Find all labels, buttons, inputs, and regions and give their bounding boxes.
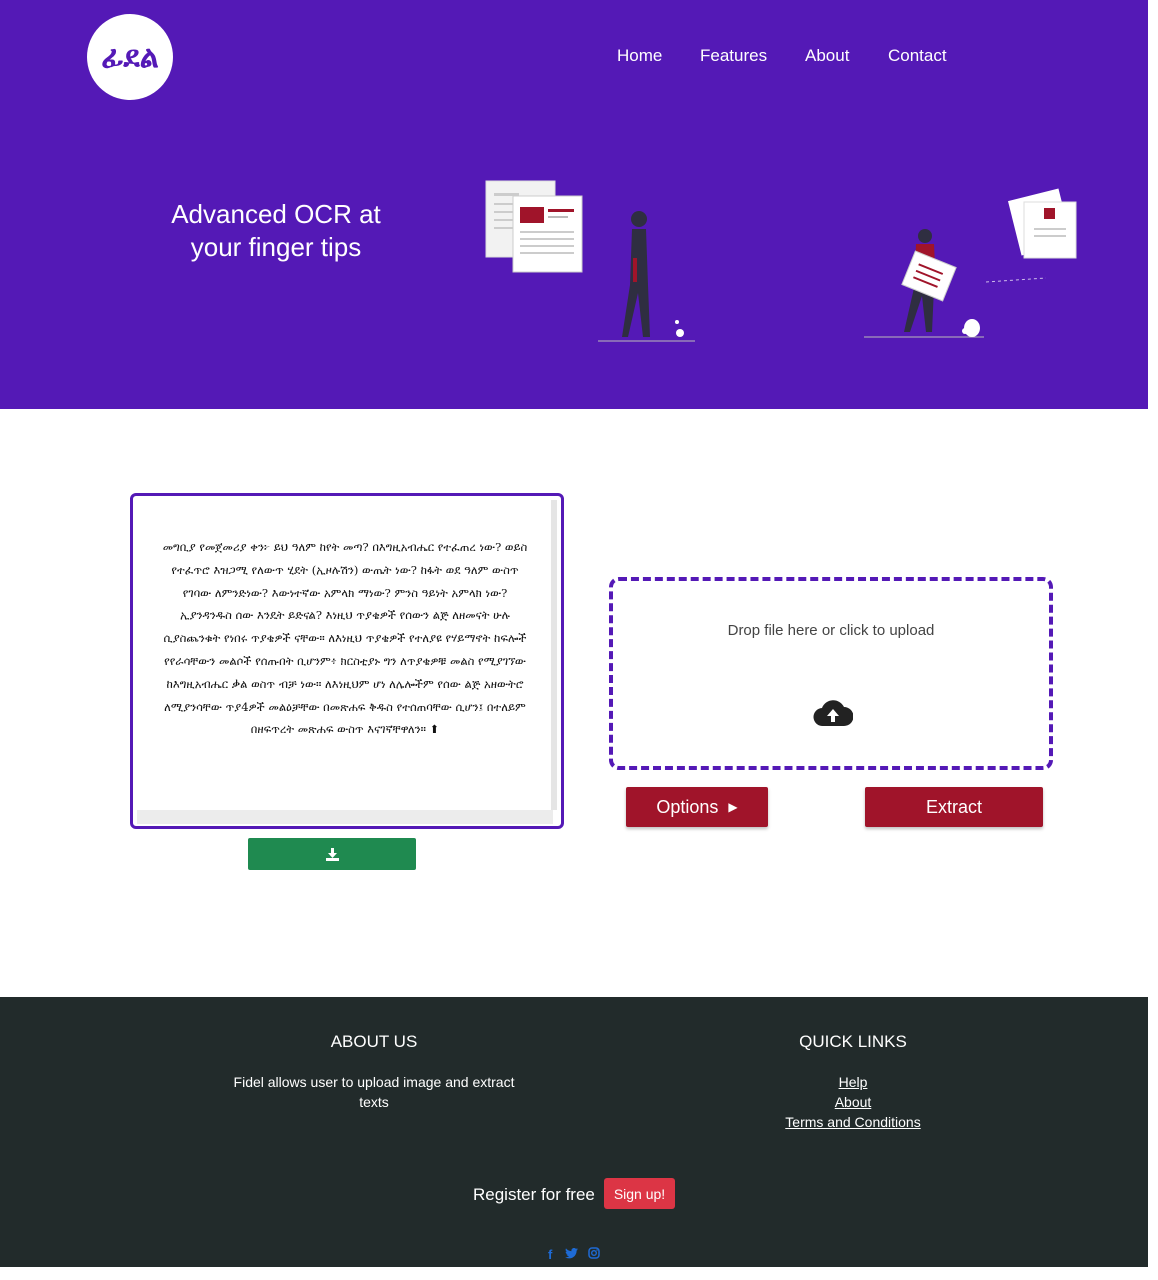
nav-home[interactable]: Home [617, 46, 662, 66]
instagram-icon[interactable] [588, 1247, 600, 1262]
horizontal-scrollbar[interactable] [137, 810, 553, 824]
extracted-text[interactable]: መግቢያ የመጀመሪያ ቀን፦ ይህ ዓለም ከየት መጣ? በእግዚአብሔር … [159, 536, 531, 741]
footer: ABOUT US Fidel allows user to upload ima… [0, 997, 1148, 1267]
documents-person-illustration [485, 180, 695, 342]
caret-right-icon: ▶ [728, 800, 738, 814]
facebook-icon[interactable]: f [548, 1247, 552, 1262]
link-about[interactable]: About [753, 1092, 953, 1112]
quick-links-heading: QUICK LINKS [799, 1032, 907, 1051]
twitter-icon[interactable] [565, 1247, 578, 1262]
extract-button[interactable]: Extract [865, 787, 1043, 827]
nav-features[interactable]: Features [700, 46, 767, 66]
signup-button[interactable]: Sign up! [604, 1178, 675, 1209]
hero-title: Advanced OCR at your finger tips [171, 199, 381, 262]
vertical-scrollbar[interactable] [551, 500, 557, 810]
dropzone-label: Drop file here or click to upload [727, 622, 935, 639]
download-button[interactable] [248, 838, 416, 870]
file-dropzone[interactable]: Drop file here or click to upload [609, 577, 1053, 770]
arrow-up-icon: ⬆ [429, 722, 440, 737]
download-icon [325, 847, 339, 861]
link-help[interactable]: Help [753, 1072, 953, 1092]
person-carrying-document-illustration [864, 188, 1077, 338]
quick-links: Help About Terms and Conditions [753, 1072, 953, 1132]
options-label: Options [656, 796, 719, 817]
options-button[interactable]: Options ▶ [626, 787, 768, 827]
nav-about[interactable]: About [805, 46, 849, 66]
cloud-upload-icon [813, 700, 853, 727]
register-text: Register for free [473, 1185, 595, 1204]
about-heading: ABOUT US [330, 1032, 418, 1051]
brand-logo[interactable]: ፊደል [87, 14, 173, 100]
hero-banner: ፊደል Home Features About Contact Advanced… [0, 0, 1148, 409]
nav-contact[interactable]: Contact [888, 46, 947, 66]
extracted-text-area[interactable]: መግቢያ የመጀመሪያ ቀን፦ ይህ ዓለም ከየት መጣ? በእግዚአብሔር … [130, 493, 564, 829]
about-text: Fidel allows user to upload image and ex… [233, 1074, 515, 1110]
link-terms[interactable]: Terms and Conditions [753, 1112, 953, 1132]
